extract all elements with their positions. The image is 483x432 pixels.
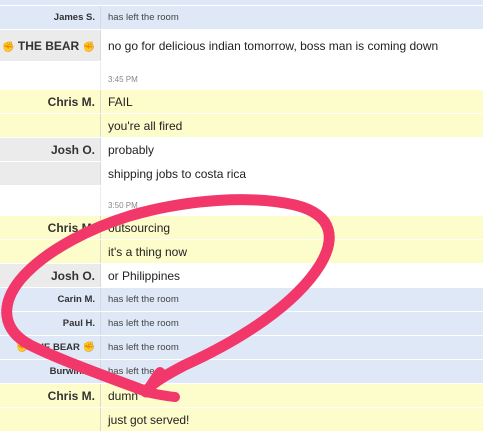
chat-row: you're all fired: [0, 114, 483, 138]
sender-name-text: THE BEAR: [17, 39, 80, 53]
sender-name: Josh O.: [0, 264, 101, 287]
sender-name: Chris M.: [0, 384, 101, 407]
message-text: FAIL: [108, 95, 133, 109]
sender-name: James S.: [0, 6, 101, 29]
chat-row: it's a thing now: [0, 240, 483, 264]
sender-name: ✊ THE BEAR ✊: [0, 336, 101, 359]
chat-row: Paul H. has left the room: [0, 312, 483, 336]
timestamp-row: 3:45 PM: [0, 62, 483, 90]
fist-icon: ✊: [2, 42, 15, 53]
fist-icon: ✊: [82, 342, 95, 353]
message-text: or Philippines: [101, 264, 483, 287]
chat-row: ✊ THE BEAR ✊ no go for delicious indian …: [0, 30, 483, 62]
system-message: has left the room: [108, 318, 179, 329]
sender-name: Burwinkel: [0, 360, 101, 383]
chat-row: Burwinkel has left the room: [0, 360, 483, 384]
sender-name: Chris M.: [0, 216, 101, 239]
system-message: has left the room: [108, 342, 179, 353]
system-message: has left the room: [108, 12, 179, 23]
system-message: has left the room: [108, 294, 179, 305]
chat-row: just got served!: [0, 408, 483, 432]
message-text: just got served!: [108, 413, 190, 427]
sender-name: Josh O.: [0, 138, 101, 161]
sender-name: Paul H.: [0, 312, 101, 335]
chat-row: Chris M. outsourcing: [0, 216, 483, 240]
timestamp: 3:45 PM: [108, 75, 138, 84]
chat-row: Josh O. or Philippines: [0, 264, 483, 288]
timestamp-row: 3:50 PM: [0, 186, 483, 216]
chat-row: ✊ THE BEAR ✊ has left the room: [0, 336, 483, 360]
chat-row: Chris M. FAIL: [0, 90, 483, 114]
message-text: no go for delicious indian tomorrow, bos…: [101, 30, 483, 61]
fist-icon: ✊: [82, 42, 95, 53]
chat-row: Carin M. has left the room: [0, 288, 483, 312]
chat-row: shipping jobs to costa rica: [0, 162, 483, 186]
sender-name-text: THE BEAR: [31, 342, 80, 353]
sender-name: Carin M.: [0, 288, 101, 311]
sender-name: Chris M.: [0, 90, 101, 113]
sender-name: ✊ THE BEAR ✊: [0, 30, 101, 61]
chat-transcript: James S. has left the room ✊ THE BEAR ✊ …: [0, 0, 483, 432]
message-text: shipping jobs to costa rica: [101, 162, 483, 185]
chat-row: Josh O. probably: [0, 138, 483, 162]
message-text: outsourcing: [108, 221, 171, 235]
message-text: you're all fired: [108, 119, 183, 133]
system-message: has left the room: [108, 366, 179, 377]
message-text: it's a thing now: [108, 245, 188, 259]
message-text: dumn: [108, 389, 139, 403]
chat-row: James S. has left the room: [0, 6, 483, 30]
timestamp: 3:50 PM: [108, 201, 138, 210]
message-text: probably: [101, 138, 483, 161]
chat-row: Chris M. dumn: [0, 384, 483, 408]
fist-icon: ✊: [16, 342, 29, 353]
